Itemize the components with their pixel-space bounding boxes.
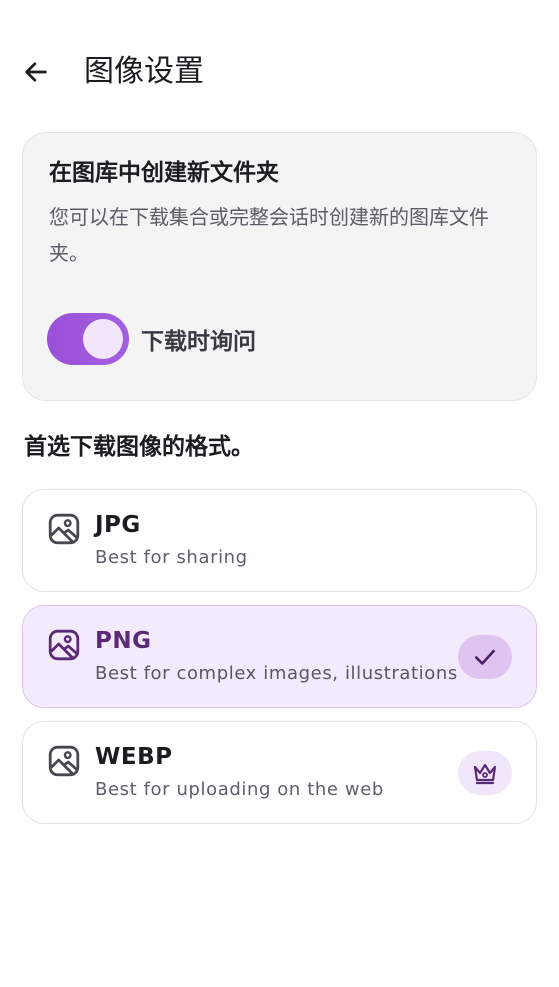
arrow-left-icon (25, 62, 47, 82)
format-option-png[interactable]: PNG Best for complex images, illustratio… (22, 605, 537, 708)
create-folder-card: 在图库中创建新文件夹 您可以在下载集合或完整会话时创建新的图库文件夹。 下载时询… (22, 132, 537, 401)
create-folder-description: 您可以在下载集合或完整会话时创建新的图库文件夹。 (49, 205, 489, 265)
format-description: Best for sharing (95, 547, 248, 568)
toggle-knob (83, 319, 123, 359)
top-app-bar: 图像设置 (0, 0, 559, 140)
format-name: JPG (95, 512, 141, 538)
ask-on-download-row[interactable]: 下载时询问 (47, 313, 256, 365)
crown-icon (473, 763, 497, 785)
selected-check-badge (458, 635, 512, 679)
format-description: Best for uploading on the web (95, 779, 384, 800)
format-name: PNG (95, 628, 152, 654)
image-icon (48, 629, 80, 661)
image-icon (48, 513, 80, 545)
ask-on-download-label: 下载时询问 (141, 329, 256, 355)
format-name: WEBP (95, 744, 173, 770)
back-button[interactable] (14, 50, 58, 94)
image-settings-screen: 图像设置 在图库中创建新文件夹 您可以在下载集合或完整会话时创建新的图库文件夹。… (0, 0, 559, 987)
format-option-webp[interactable]: WEBP Best for uploading on the web (22, 721, 537, 824)
format-section-heading: 首选下载图像的格式。 (24, 434, 254, 460)
format-description: Best for complex images, illustrations (95, 663, 458, 684)
check-icon (475, 649, 495, 665)
page-title: 图像设置 (84, 54, 204, 89)
format-option-jpg[interactable]: JPG Best for sharing (22, 489, 537, 592)
ask-on-download-toggle[interactable] (47, 313, 129, 365)
image-icon (48, 745, 80, 777)
premium-badge (458, 751, 512, 795)
create-folder-title: 在图库中创建新文件夹 (49, 160, 279, 186)
